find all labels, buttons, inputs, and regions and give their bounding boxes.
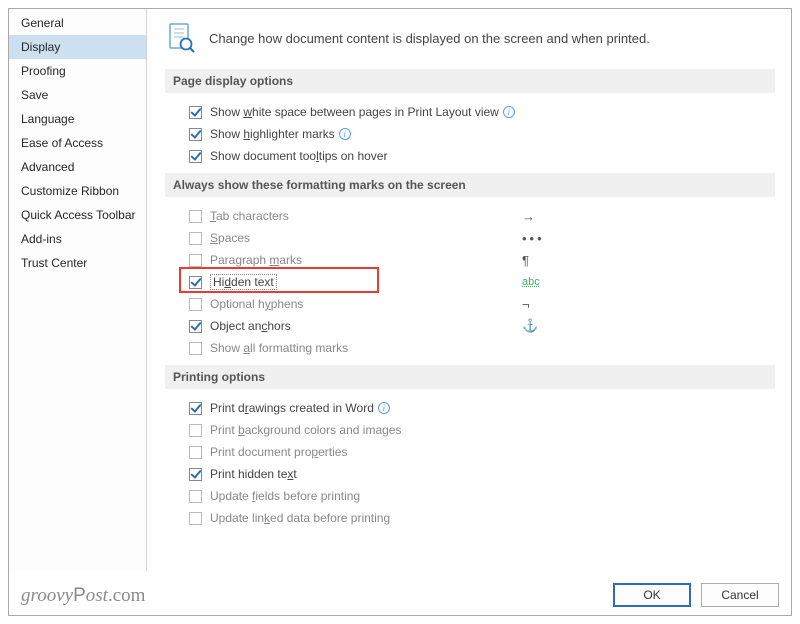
watermark: groovyPost.com — [21, 585, 145, 607]
label-paragraph-marks: Paragraph marks — [210, 253, 302, 267]
glyph-tab-arrow: → — [522, 209, 535, 224]
sidebar-item-language[interactable]: Language — [9, 107, 146, 131]
label-tooltips: Show document tooltips on hover — [210, 149, 387, 163]
sidebar-item-save[interactable]: Save — [9, 83, 146, 107]
ok-button[interactable]: OK — [613, 583, 691, 607]
label-highlighter: Show highlighter marks — [210, 127, 335, 141]
info-icon[interactable]: i — [339, 128, 351, 140]
sidebar-item-general[interactable]: General — [9, 11, 146, 35]
label-print-hidden: Print hidden text — [210, 467, 297, 481]
checkbox-tooltips[interactable] — [189, 150, 202, 163]
label-print-drawings: Print drawings created in Word — [210, 401, 374, 415]
checkbox-paragraph-marks[interactable] — [189, 254, 202, 267]
glyph-abc: abc — [522, 276, 540, 288]
checkbox-print-background[interactable] — [189, 424, 202, 437]
checkbox-optional-hyphens[interactable] — [189, 298, 202, 311]
info-icon[interactable]: i — [503, 106, 515, 118]
sidebar-item-display[interactable]: Display — [9, 35, 146, 59]
sidebar-item-customize-ribbon[interactable]: Customize Ribbon — [9, 179, 146, 203]
glyph-anchor-icon: ⚓ — [522, 318, 538, 334]
sidebar-item-ease-of-access[interactable]: Ease of Access — [9, 131, 146, 155]
checkbox-hidden-text[interactable] — [189, 276, 202, 289]
section-page-display: Page display options — [165, 69, 775, 93]
checkbox-print-properties[interactable] — [189, 446, 202, 459]
label-print-background: Print background colors and images — [210, 423, 401, 437]
label-object-anchors: Object anchors — [210, 319, 291, 333]
sidebar-item-proofing[interactable]: Proofing — [9, 59, 146, 83]
info-icon[interactable]: i — [378, 402, 390, 414]
checkbox-print-drawings[interactable] — [189, 402, 202, 415]
content-pane: Change how document content is displayed… — [147, 9, 791, 571]
sidebar-item-advanced[interactable]: Advanced — [9, 155, 146, 179]
glyph-pilcrow: ¶ — [522, 253, 529, 268]
checkbox-spaces[interactable] — [189, 232, 202, 245]
label-show-whitespace: Show white space between pages in Print … — [210, 105, 499, 119]
label-spaces: Spaces — [210, 231, 250, 245]
options-sidebar: General Display Proofing Save Language E… — [9, 9, 147, 571]
label-optional-hyphens: Optional hyphens — [210, 297, 303, 311]
sidebar-item-add-ins[interactable]: Add-ins — [9, 227, 146, 251]
section-formatting-marks: Always show these formatting marks on th… — [165, 173, 775, 197]
label-tab-characters: Tab characters — [210, 209, 289, 223]
label-update-linked: Update linked data before printing — [210, 511, 390, 525]
section-printing: Printing options — [165, 365, 775, 389]
sidebar-item-trust-center[interactable]: Trust Center — [9, 251, 146, 275]
checkbox-all-formatting[interactable] — [189, 342, 202, 355]
label-hidden-text: Hidden text — [210, 274, 277, 290]
glyph-dots: ••• — [522, 231, 545, 246]
display-options-icon — [169, 23, 195, 53]
checkbox-update-fields[interactable] — [189, 490, 202, 503]
cancel-button[interactable]: Cancel — [701, 583, 779, 607]
checkbox-print-hidden[interactable] — [189, 468, 202, 481]
label-update-fields: Update fields before printing — [210, 489, 360, 503]
checkbox-object-anchors[interactable] — [189, 320, 202, 333]
checkbox-update-linked[interactable] — [189, 512, 202, 525]
sidebar-item-quick-access-toolbar[interactable]: Quick Access Toolbar — [9, 203, 146, 227]
glyph-nothyphen: ¬ — [522, 297, 530, 312]
page-description: Change how document content is displayed… — [209, 31, 650, 46]
checkbox-highlighter[interactable] — [189, 128, 202, 141]
label-print-properties: Print document properties — [210, 445, 347, 459]
label-all-formatting: Show all formatting marks — [210, 341, 348, 355]
checkbox-show-whitespace[interactable] — [189, 106, 202, 119]
checkbox-tab-characters[interactable] — [189, 210, 202, 223]
